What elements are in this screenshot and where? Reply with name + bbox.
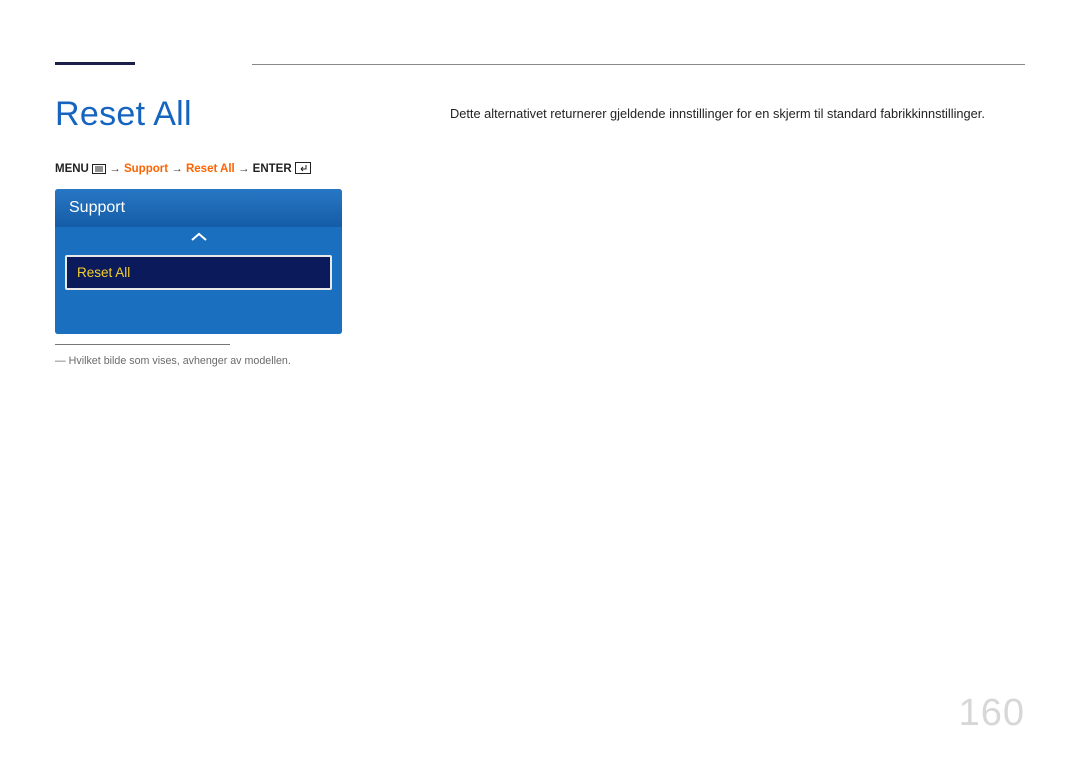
menu-body-spacer [55,300,342,334]
breadcrumb-menu-label: MENU [55,163,89,175]
arrow-icon: → [238,163,250,175]
right-column: Dette alternativet returnerer gjeldende … [450,95,1025,367]
arrow-icon: → [171,163,183,175]
page-root: Reset All MENU → Support → Reset All → E… [0,0,1080,763]
menu-item-reset-all[interactable]: Reset All [65,255,332,290]
menu-icon [92,164,106,177]
breadcrumb-enter-label: ENTER [253,163,292,175]
enter-icon [295,162,311,177]
top-rule-long [252,64,1025,65]
description-text: Dette alternativet returnerer gjeldende … [450,105,1025,124]
menu-item-wrap: Reset All [55,255,342,300]
page-number: 160 [959,692,1025,735]
arrow-icon: → [109,163,121,175]
footnote-rule [55,344,230,345]
content-row: Reset All MENU → Support → Reset All → E… [55,95,1025,367]
breadcrumb-support: Support [124,163,168,175]
page-title: Reset All [55,95,450,134]
breadcrumb-reset-all: Reset All [186,163,235,175]
support-menu-card: Support Reset All [55,189,342,334]
top-rule-short [55,62,135,65]
breadcrumb: MENU → Support → Reset All → ENTER [55,162,450,177]
footnote-text: ― Hvilket bilde som vises, avhenger av m… [55,355,450,367]
menu-header: Support [55,189,342,227]
left-column: Reset All MENU → Support → Reset All → E… [55,95,450,367]
menu-scroll-up[interactable] [55,227,342,255]
chevron-up-icon [190,232,208,242]
